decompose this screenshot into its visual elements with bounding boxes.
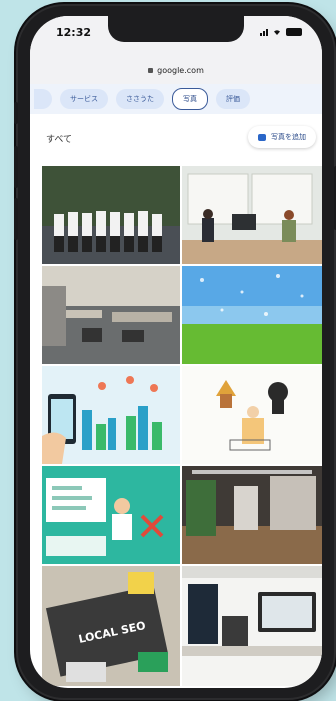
photo-grid: LOCAL SEO: [42, 166, 322, 688]
photo-green-field[interactable]: [182, 266, 322, 364]
add-photo-label: 写真を追加: [271, 133, 306, 141]
url-bar[interactable]: google.com: [30, 56, 322, 84]
office-interior-illustration: [42, 266, 180, 364]
signal-icon: [260, 29, 268, 36]
desk-computer-illustration: [182, 566, 322, 686]
side-button-volume-up: [14, 146, 18, 188]
tab-photos[interactable]: 写真: [172, 88, 208, 110]
camera-icon: [258, 133, 266, 141]
notch: [108, 16, 244, 42]
teal-infographic-illustration: [42, 466, 180, 564]
photo-office-hallway[interactable]: [182, 466, 322, 564]
phone-frame: 12:32 google.com サービス ささうた 写真 評価 すべて 写真を…: [14, 6, 336, 698]
business-illustration: [182, 366, 322, 464]
photo-business-illustration[interactable]: [182, 366, 322, 464]
photo-team-group[interactable]: [42, 166, 180, 264]
tab-ratings[interactable]: 評価: [216, 89, 250, 109]
battery-icon: [286, 28, 302, 36]
all-photos-label: すべて: [46, 135, 73, 145]
office-hallway-illustration: [182, 466, 322, 564]
status-icons: [260, 28, 302, 36]
wifi-icon: [274, 30, 280, 35]
photo-teal-infographic[interactable]: [42, 466, 180, 564]
photo-city-smartphone[interactable]: [42, 366, 180, 464]
add-photo-button[interactable]: 写真を追加: [248, 126, 316, 148]
side-button-volume-down: [14, 198, 18, 240]
city-smartphone-illustration: [42, 366, 180, 464]
photos-heading-row: すべて 写真を追加: [30, 124, 322, 154]
tab-services[interactable]: サービス: [60, 89, 108, 109]
lock-icon: [148, 67, 154, 73]
status-time: 12:32: [56, 26, 92, 39]
side-button-silent: [14, 102, 18, 124]
phone-screen: 12:32 google.com サービス ささうた 写真 評価 すべて 写真を…: [30, 16, 322, 688]
meeting-illustration: [182, 166, 322, 264]
photo-meeting-room[interactable]: [182, 166, 322, 264]
tab-reviews-snippet[interactable]: ささうた: [116, 89, 164, 109]
photo-desk-computer[interactable]: [182, 566, 322, 686]
results-tabs: サービス ささうた 写真 評価: [30, 84, 322, 114]
team-group-illustration: [42, 166, 180, 264]
photo-office-interior[interactable]: [42, 266, 180, 364]
url-text: google.com: [157, 65, 204, 75]
green-field-illustration: [182, 266, 322, 364]
photo-local-seo[interactable]: LOCAL SEO: [42, 566, 180, 686]
tab-previous[interactable]: [34, 89, 52, 109]
